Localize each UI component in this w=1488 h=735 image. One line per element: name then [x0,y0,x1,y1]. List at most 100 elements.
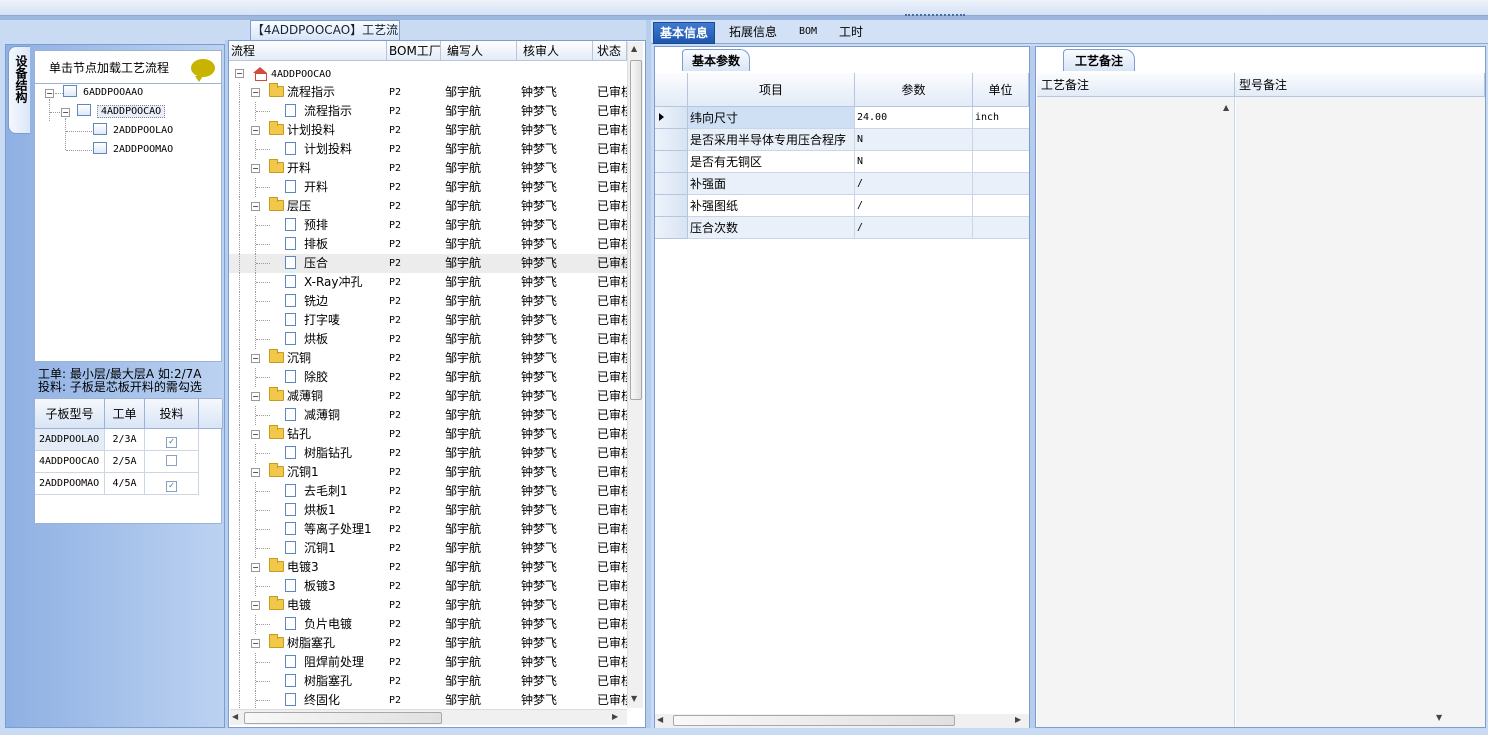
param-value[interactable]: / [855,195,973,217]
process-horizontal-scrollbar[interactable]: ◀ ▶ [230,709,627,725]
scroll-left-icon[interactable]: ◀ [232,712,238,721]
tree-node[interactable]: 2ADDPOOMAO [93,141,173,159]
col-header[interactable]: 项目 [688,73,855,107]
process-note-textarea[interactable]: ▲ [1037,97,1235,727]
scroll-down-icon[interactable]: ▼ [631,694,637,703]
param-value[interactable]: / [855,217,973,239]
collapse-toggle-icon[interactable]: − [251,164,260,173]
process-step-row[interactable]: X-Ray冲孔 P2 邹宇航 钟梦飞 已审核 [229,273,627,292]
col-header[interactable]: 编写人 [441,41,517,61]
tree-node[interactable]: 4ADDPOOCAO [77,103,166,121]
middle-splitter[interactable] [646,20,651,728]
col-header[interactable]: 工单 [105,399,145,429]
model-note-textarea[interactable]: ▼ [1236,97,1485,727]
param-row[interactable]: 压合次数 / [655,217,1029,239]
collapse-toggle-icon[interactable]: − [235,69,244,78]
process-group-row[interactable]: − 开料 P2 邹宇航 钟梦飞 已审核 [229,159,627,178]
cell-order[interactable]: 4/5A [105,473,145,495]
tab-work-hours[interactable]: 工时 [833,22,869,44]
process-step-row[interactable]: 除胶 P2 邹宇航 钟梦飞 已审核 [229,368,627,387]
process-step-row[interactable]: 预排 P2 邹宇航 钟梦飞 已审核 [229,216,627,235]
process-group-row[interactable]: − 电镀3 P2 邹宇航 钟梦飞 已审核 [229,558,627,577]
tab-device-structure[interactable]: 设备结构 [8,46,30,134]
row-indicator[interactable] [655,217,688,239]
col-header[interactable]: 投料 [145,399,199,429]
scroll-down-icon[interactable]: ▼ [1436,713,1442,722]
process-step-row[interactable]: 流程指示 P2 邹宇航 钟梦飞 已审核 [229,102,627,121]
tab-bom[interactable]: BOM [793,22,823,44]
process-step-row[interactable]: 烘板1 P2 邹宇航 钟梦飞 已审核 [229,501,627,520]
process-step-row[interactable]: 板镀3 P2 邹宇航 钟梦飞 已审核 [229,577,627,596]
process-group-row[interactable]: − 沉铜1 P2 邹宇航 钟梦飞 已审核 [229,463,627,482]
collapse-toggle-icon[interactable]: − [251,639,260,648]
process-step-row[interactable]: 负片电镀 P2 邹宇航 钟梦飞 已审核 [229,615,627,634]
cell-feed[interactable] [145,451,199,473]
collapse-toggle-icon[interactable]: − [45,89,54,98]
param-value[interactable]: / [855,173,973,195]
feed-checkbox[interactable] [166,455,177,466]
col-header[interactable]: 子板型号 [35,399,105,429]
param-row[interactable]: 补强面 / [655,173,1029,195]
col-header[interactable]: 型号备注 [1235,73,1485,97]
tree-node[interactable]: 6ADDPOOAAO [63,84,143,102]
process-group-row[interactable]: − 电镀 P2 邹宇航 钟梦飞 已审核 [229,596,627,615]
col-header[interactable]: 参数 [855,73,973,107]
collapse-grip[interactable] [905,14,965,19]
process-step-row[interactable]: 打字唛 P2 邹宇航 钟梦飞 已审核 [229,311,627,330]
cell-model[interactable]: 2ADDPOOLAO [35,429,105,451]
collapse-toggle-icon[interactable]: − [251,601,260,610]
scroll-up-icon[interactable]: ▲ [631,44,637,53]
process-step-row[interactable]: 计划投料 P2 邹宇航 钟梦飞 已审核 [229,140,627,159]
scroll-left-icon[interactable]: ◀ [657,715,663,724]
param-value[interactable]: 24.00 [855,107,973,129]
feed-checkbox[interactable]: ✓ [166,481,177,492]
param-row[interactable]: 纬向尺寸 24.00 inch [655,107,1029,129]
process-notes-tab[interactable]: 工艺备注 [1063,49,1135,71]
feed-checkbox[interactable]: ✓ [166,437,177,448]
process-group-row[interactable]: − 层压 P2 邹宇航 钟梦飞 已审核 [229,197,627,216]
process-step-row[interactable]: 压合 P2 邹宇航 钟梦飞 已审核 [229,254,627,273]
collapse-toggle-icon[interactable]: − [251,430,260,439]
process-step-row[interactable]: 阻焊前处理 P2 邹宇航 钟梦飞 已审核 [229,653,627,672]
param-value[interactable]: N [855,129,973,151]
process-step-row[interactable]: 排板 P2 邹宇航 钟梦飞 已审核 [229,235,627,254]
collapse-toggle-icon[interactable]: − [251,392,260,401]
process-group-row[interactable]: − 沉铜 P2 邹宇航 钟梦飞 已审核 [229,349,627,368]
cell-order[interactable]: 2/5A [105,451,145,473]
param-row[interactable]: 是否有无铜区 N [655,151,1029,173]
param-row[interactable]: 是否采用半导体专用压合程序 N [655,129,1029,151]
scroll-thumb[interactable] [673,715,955,726]
col-header[interactable]: 流程 [229,41,387,61]
process-group-row[interactable]: − 钻孔 P2 邹宇航 钟梦飞 已审核 [229,425,627,444]
process-group-row[interactable]: − 减薄铜 P2 邹宇航 钟梦飞 已审核 [229,387,627,406]
scroll-thumb[interactable] [630,60,642,400]
process-tab[interactable]: 【4ADDPOOCAO】工艺流程 [250,20,400,55]
process-group-row[interactable]: − 流程指示 P2 邹宇航 钟梦飞 已审核 [229,83,627,102]
param-value[interactable]: N [855,151,973,173]
process-step-row[interactable]: 铣边 P2 邹宇航 钟梦飞 已审核 [229,292,627,311]
param-row[interactable]: 补强图纸 / [655,195,1029,217]
row-indicator[interactable] [655,107,688,129]
collapse-toggle-icon[interactable]: − [251,468,260,477]
col-header[interactable]: 状态 [593,41,627,61]
params-horizontal-scrollbar[interactable]: ◀ ▶ [655,714,1029,728]
process-group-row[interactable]: − 计划投料 P2 邹宇航 钟梦飞 已审核 [229,121,627,140]
process-step-row[interactable]: 沉铜1 P2 邹宇航 钟梦飞 已审核 [229,539,627,558]
collapse-toggle-icon[interactable]: − [251,354,260,363]
row-indicator[interactable] [655,173,688,195]
process-step-row[interactable]: 树脂塞孔 P2 邹宇航 钟梦飞 已审核 [229,672,627,691]
scroll-up-icon[interactable]: ▲ [1223,103,1229,112]
basic-params-tab[interactable]: 基本参数 [682,49,750,71]
process-step-row[interactable]: 树脂钻孔 P2 邹宇航 钟梦飞 已审核 [229,444,627,463]
cell-order[interactable]: 2/3A [105,429,145,451]
process-root[interactable]: − 4ADDPOOCAO [229,64,627,83]
row-indicator[interactable] [655,129,688,151]
process-group-row[interactable]: − 树脂塞孔 P2 邹宇航 钟梦飞 已审核 [229,634,627,653]
cell-feed[interactable]: ✓ [145,473,199,495]
col-header[interactable]: BOM工厂 [387,41,441,61]
col-header[interactable]: 单位 [973,73,1029,107]
tree-node[interactable]: 2ADDPOOLAO [93,122,173,140]
cell-model[interactable]: 4ADDPOOCAO [35,451,105,473]
process-step-row[interactable]: 终固化 P2 邹宇航 钟梦飞 已审核 [229,691,627,710]
collapse-toggle-icon[interactable]: − [251,126,260,135]
